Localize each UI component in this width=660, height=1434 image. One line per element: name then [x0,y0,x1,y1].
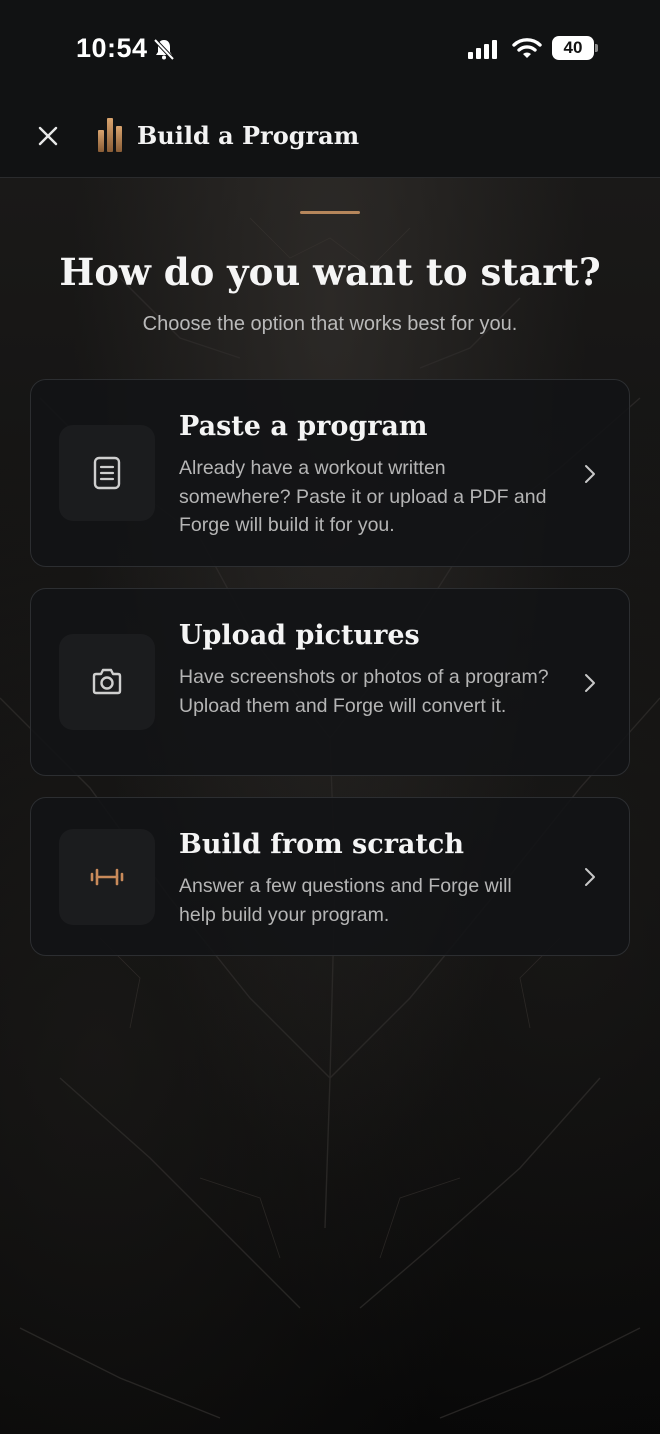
option-build-from-scratch[interactable]: Build from scratch Answer a few question… [30,797,630,956]
cellular-signal-icon [468,39,497,59]
option-icon-tile [59,425,155,521]
dumbbell-icon [90,868,124,886]
option-icon-tile [59,634,155,730]
option-description: Have screenshots or photos of a program?… [179,666,549,717]
forge-logo-icon [98,118,122,152]
option-icon-tile [59,829,155,925]
page-subtitle: Choose the option that works best for yo… [142,313,518,335]
camera-icon [92,668,122,695]
chevron-right-icon [585,674,595,692]
app-header: Build a Program [0,96,660,178]
page-title: How do you want to start? [59,250,601,294]
bell-slash-icon [153,38,175,61]
option-paste-program[interactable]: Paste a program Already have a workout w… [30,379,630,567]
status-time: 10:54 [76,33,148,63]
status-bar: 10:54 40 [0,0,660,96]
option-title: Paste a program [179,411,428,442]
wifi-icon [512,38,542,58]
header-title: Build a Program [137,121,360,150]
option-description: Already have a workout written somewhere… [179,457,547,536]
accent-divider [300,211,360,214]
chevron-right-icon [585,868,595,886]
chevron-right-icon [585,465,595,483]
option-description: Answer a few questions and Forge will he… [179,875,512,926]
option-title: Build from scratch [179,829,464,860]
option-upload-pictures[interactable]: Upload pictures Have screenshots or phot… [30,588,630,776]
option-title: Upload pictures [179,620,420,651]
battery-icon: 40 [552,36,598,60]
battery-level: 40 [552,36,594,60]
close-button[interactable] [30,118,66,154]
document-icon [93,456,121,490]
close-icon [38,126,58,146]
